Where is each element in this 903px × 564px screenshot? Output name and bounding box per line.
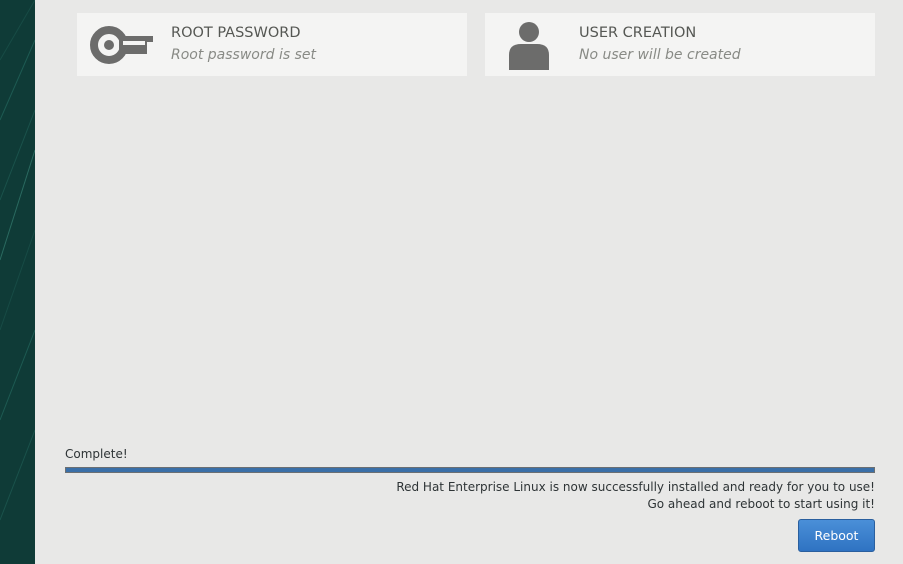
reboot-prompt: Go ahead and reboot to start using it! (647, 497, 875, 511)
spoke-status: No user will be created (579, 47, 741, 63)
key-icon (90, 26, 153, 64)
progress-bar (65, 467, 875, 473)
reboot-button[interactable]: Reboot (798, 519, 875, 552)
spoke-user-creation[interactable]: USER CREATION No user will be created (485, 13, 875, 76)
progress-fill (66, 468, 874, 472)
completion-message: Red Hat Enterprise Linux is now successf… (396, 480, 875, 494)
sidebar (0, 0, 35, 564)
user-icon (509, 22, 549, 70)
sidebar-pattern (0, 0, 35, 564)
installation-summary: ROOT PASSWORD Root password is set USER … (35, 0, 903, 564)
spoke-title: ROOT PASSWORD (171, 25, 301, 41)
spoke-status: Root password is set (171, 47, 316, 63)
progress-label: Complete! (65, 447, 128, 461)
spoke-title: USER CREATION (579, 25, 697, 41)
spoke-root-password[interactable]: ROOT PASSWORD Root password is set (77, 13, 467, 76)
